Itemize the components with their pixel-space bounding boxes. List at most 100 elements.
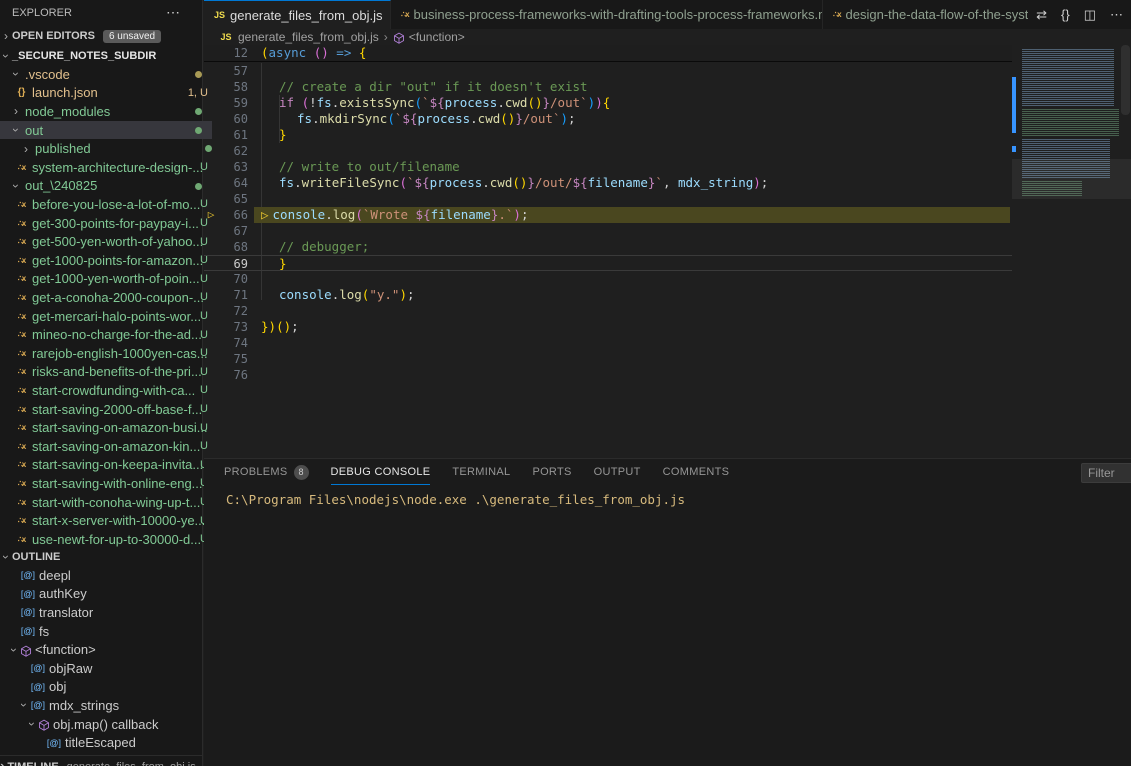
more-actions-icon[interactable]: ⋯ — [166, 4, 180, 21]
tree-item[interactable]: ∴xstart-crowdfunding-with-ca...U — [0, 381, 216, 400]
outline-item[interactable]: [@]fs — [0, 622, 222, 641]
glyph-margin[interactable] — [204, 95, 218, 111]
tree-item[interactable]: ∴xstart-with-conoha-wing-up-t...U — [0, 493, 216, 512]
glyph-margin[interactable] — [204, 319, 218, 335]
code-line[interactable]: 75 — [204, 351, 1131, 367]
split-editor-icon[interactable]: ◫ — [1084, 7, 1096, 23]
tree-item[interactable]: {}launch.json1, U — [0, 84, 216, 103]
outline-item[interactable]: [@]obj — [0, 678, 232, 697]
panel-tab-ports[interactable]: PORTS — [532, 459, 571, 485]
outline-item[interactable]: ›[@]mdx_strings — [0, 696, 220, 715]
tree-item[interactable]: ›node_modules — [0, 102, 212, 121]
outline-item[interactable]: ›<function> — [0, 640, 210, 659]
workspace-root-folder[interactable]: › _SECURE_NOTES_SUBDIR — [0, 46, 202, 65]
code-line[interactable]: 63// write to out/filename — [204, 159, 1131, 175]
code-line[interactable]: 62 — [204, 143, 1131, 159]
braces-icon[interactable]: {} — [1061, 7, 1070, 22]
open-editors-header[interactable]: › OPEN EDITORS 6 unsaved — [0, 26, 202, 46]
minimap-slider[interactable] — [1012, 159, 1131, 199]
outline-item[interactable]: [@]objRaw — [0, 659, 232, 678]
glyph-margin[interactable] — [204, 335, 218, 351]
glyph-margin[interactable] — [204, 175, 218, 191]
editor-tab[interactable]: ∴xbusiness-process-frameworks-with-draft… — [391, 0, 823, 29]
tree-item[interactable]: ∴xstart-x-server-with-10000-ye...U — [0, 511, 216, 530]
panel-tab-problems[interactable]: PROBLEMS8 — [224, 459, 309, 485]
glyph-margin[interactable] — [204, 63, 218, 79]
glyph-margin[interactable] — [204, 256, 218, 270]
more-actions-icon[interactable]: ⋯ — [1110, 7, 1123, 23]
code-line[interactable]: 65 — [204, 191, 1131, 207]
tree-item[interactable]: ∴xget-500-yen-worth-of-yahoo...U — [0, 232, 216, 251]
outline-item[interactable]: ›obj.map() callback — [0, 715, 228, 734]
code-line[interactable]: 73})(); — [204, 319, 1131, 335]
editor-tab[interactable]: JSgenerate_files_from_obj.jsM× — [204, 0, 391, 29]
glyph-margin[interactable] — [204, 303, 218, 319]
tree-item[interactable]: ∴xrisks-and-benefits-of-the-pri...U — [0, 363, 216, 382]
tree-item[interactable]: ›.vscode — [0, 65, 212, 84]
tree-item[interactable]: ›out_\240825 — [0, 177, 212, 196]
outline-item[interactable]: [@]translator — [0, 603, 222, 622]
code-line[interactable]: 59if (!fs.existsSync(`${process.cwd()}/o… — [204, 95, 1131, 111]
filter-input[interactable] — [1081, 463, 1131, 483]
code-line[interactable]: 60fs.mkdirSync(`${process.cwd()}/out`); — [204, 111, 1131, 127]
glyph-margin[interactable] — [204, 239, 218, 255]
code-line[interactable]: 74 — [204, 335, 1131, 351]
code-line[interactable]: 67 — [204, 223, 1131, 239]
tree-item[interactable]: ∴xget-1000-yen-worth-of-poin...U — [0, 270, 216, 289]
code-line[interactable]: 58// create a dir "out" if it doesn't ex… — [204, 79, 1131, 95]
tree-item[interactable]: ∴xstart-saving-with-online-eng...U — [0, 474, 216, 493]
code-line[interactable]: 69} — [204, 255, 1131, 271]
tree-item[interactable]: ∴xmineo-no-charge-for-the-ad...U — [0, 325, 216, 344]
glyph-margin[interactable] — [204, 191, 218, 207]
scrollbar[interactable] — [1121, 45, 1130, 115]
code-line[interactable]: 71console.log("y."); — [204, 287, 1131, 303]
editor-tab[interactable]: ∴xdesign-the-data-flow-of-the-system-wit… — [823, 0, 1051, 29]
tree-item[interactable]: ∴xget-mercari-halo-points-wor...U — [0, 307, 216, 326]
tree-item[interactable]: ∴xget-1000-points-for-amazon...U — [0, 251, 216, 270]
glyph-margin[interactable] — [204, 111, 218, 127]
code-editor[interactable]: 12(async () => { 5758// create a dir "ou… — [204, 45, 1131, 458]
breadcrumb-file[interactable]: generate_files_from_obj.js — [238, 30, 379, 44]
code-line[interactable]: 76 — [204, 367, 1131, 383]
glyph-margin[interactable] — [204, 351, 218, 367]
panel-tab-comments[interactable]: COMMENTS — [663, 459, 730, 485]
tree-item[interactable]: ∴xget-a-conoha-2000-coupon-...U — [0, 288, 216, 307]
code-line[interactable]: 57 — [204, 63, 1131, 79]
timeline-header[interactable]: › TIMELINE generate_files_from_obj.js — [0, 755, 202, 766]
glyph-margin[interactable] — [204, 223, 218, 239]
glyph-margin[interactable] — [204, 271, 218, 287]
panel-tab-debug-console[interactable]: DEBUG CONSOLE — [331, 459, 431, 485]
glyph-margin[interactable] — [204, 127, 218, 143]
code-line[interactable]: 70 — [204, 271, 1131, 287]
tree-item[interactable]: ›published — [0, 139, 222, 158]
glyph-margin[interactable] — [204, 287, 218, 303]
code-line[interactable]: ▷66▷console.log(`Wrote ${filename}.`); — [204, 207, 1131, 223]
panel-tab-terminal[interactable]: TERMINAL — [452, 459, 510, 485]
code-line[interactable]: 72 — [204, 303, 1131, 319]
glyph-margin[interactable]: ▷ — [204, 207, 218, 223]
tree-item[interactable]: ∴xbefore-you-lose-a-lot-of-mo...U — [0, 195, 216, 214]
glyph-margin[interactable] — [204, 45, 218, 61]
outline-item[interactable]: [@]authKey — [0, 585, 222, 604]
outline-header[interactable]: › OUTLINE — [0, 547, 202, 567]
tree-item[interactable]: ∴xget-300-points-for-paypay-i...U — [0, 214, 216, 233]
glyph-margin[interactable] — [204, 143, 218, 159]
panel-tab-output[interactable]: OUTPUT — [594, 459, 641, 485]
breadcrumb-symbol[interactable]: <function> — [409, 30, 465, 44]
tree-item[interactable]: ∴xrarejob-english-1000yen-cas...U — [0, 344, 216, 363]
glyph-margin[interactable] — [204, 79, 218, 95]
open-changes-icon[interactable]: ⇄ — [1036, 7, 1047, 23]
glyph-margin[interactable] — [204, 159, 218, 175]
tree-item[interactable]: ∴xstart-saving-on-keepa-invita...U — [0, 456, 216, 475]
code-line[interactable]: 68// debugger; — [204, 239, 1131, 255]
outline-item[interactable]: [@]deepl — [0, 566, 222, 585]
tree-item[interactable]: ›out — [0, 121, 212, 140]
code-line[interactable]: 64fs.writeFileSync(`${process.cwd()}/out… — [204, 175, 1131, 191]
tree-item[interactable]: ∴xstart-saving-on-amazon-kin...U — [0, 437, 216, 456]
sticky-scroll-line[interactable]: 12(async () => { — [204, 45, 1131, 62]
minimap[interactable] — [1012, 45, 1131, 458]
glyph-margin[interactable] — [204, 367, 218, 383]
tree-item[interactable]: ∴xstart-saving-2000-off-base-f...U — [0, 400, 216, 419]
code-line[interactable]: 61} — [204, 127, 1131, 143]
tree-item[interactable]: ∴xsystem-architecture-design-...U — [0, 158, 216, 177]
